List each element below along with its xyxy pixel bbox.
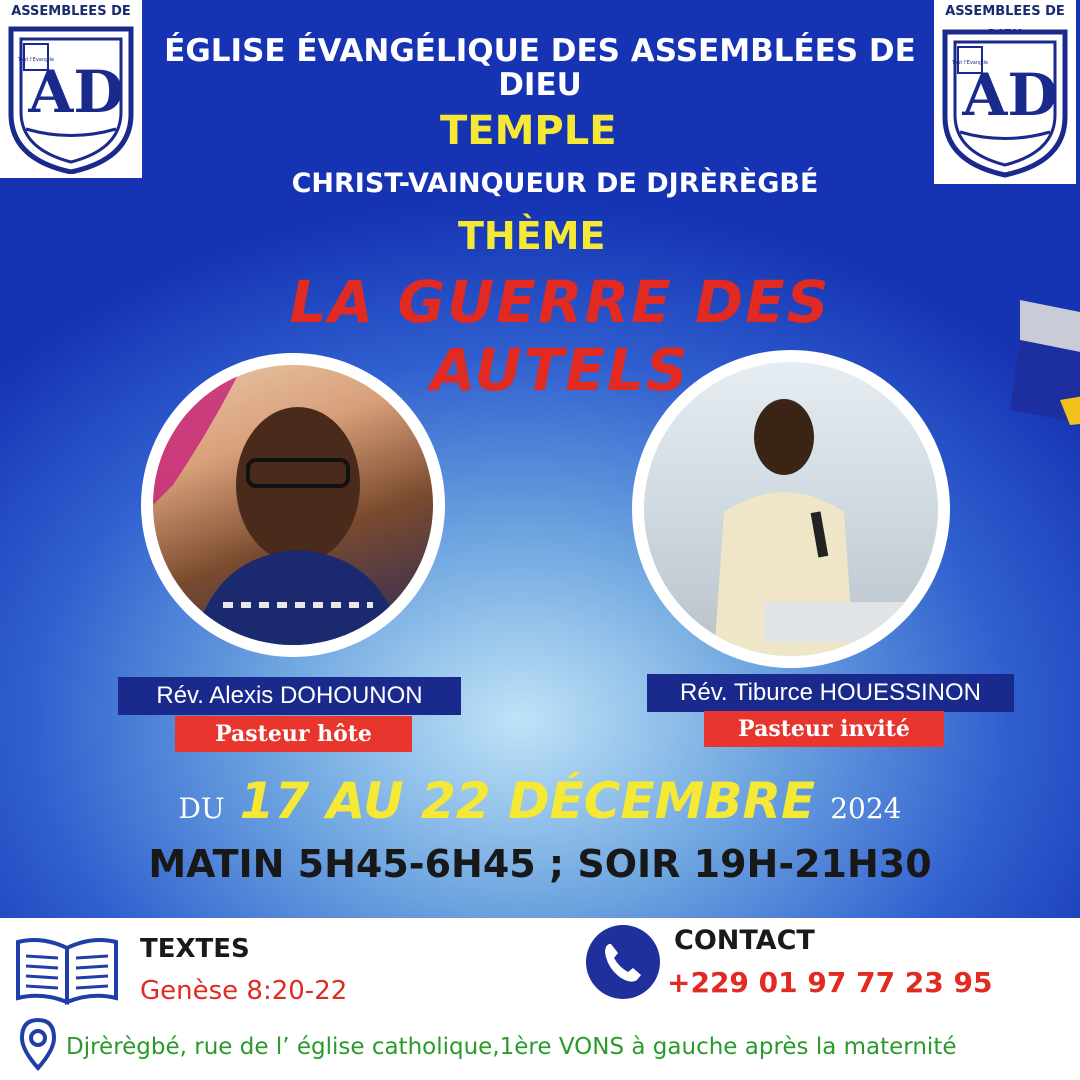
speaker-role-guest: Pasteur invité <box>704 711 944 747</box>
phone-icon <box>586 925 660 999</box>
speaker-photo-host <box>141 353 445 657</box>
temple-name: CHRIST-VAINQUEUR DE DJRÈRÈGBÉ <box>291 168 819 199</box>
texts-reference: Genèse 8:20-22 <box>140 976 348 1006</box>
event-dates: DU 17 AU 22 DÉCEMBRE 2024 <box>0 772 1080 830</box>
logo-motto-left: Tout l'Evangile <box>17 57 54 63</box>
speaker-role-host: Pasteur hôte <box>175 716 412 752</box>
logo-motto-right: Tout l'Evangile <box>951 60 988 66</box>
logo-band-text: ASSEMBLEES DE DIEU <box>11 4 131 43</box>
location-pin-icon <box>19 1017 57 1072</box>
speaker-name-guest: Rév. Tiburce HOUESSINON <box>647 674 1014 712</box>
church-logo-right: ASSEMBLEES DE DIEU AD Tout l'Evangile <box>934 0 1076 184</box>
contact-phone[interactable]: +229 01 97 77 23 95 <box>667 966 992 999</box>
ad-emblem-right: AD Tout l'Evangile <box>942 29 1068 178</box>
church-logo-left: ASSEMBLEES DE DIEU AD Tout l'Evangile <box>0 0 142 178</box>
dates-range: 17 AU 22 DÉCEMBRE <box>239 772 816 830</box>
texts-label: TEXTES <box>140 934 250 964</box>
speaker-name-host: Rév. Alexis DOHOUNON <box>118 677 461 715</box>
speaker-photo-guest <box>632 350 950 668</box>
address-text: Djrèrègbé, rue de l’ église catholique,1… <box>66 1034 957 1060</box>
dates-prefix: DU <box>178 792 225 825</box>
decorative-shape <box>1010 300 1080 425</box>
temple-label: TEMPLE <box>440 108 617 154</box>
logo-band-text-right: ASSEMBLEES DE DIEU <box>945 4 1065 43</box>
book-icon <box>16 938 118 1005</box>
contact-label: CONTACT <box>674 925 815 956</box>
event-hours: MATIN 5H45-6H45 ; SOIR 19H-21H30 <box>148 842 932 886</box>
theme-label: THÈME <box>458 214 606 258</box>
ad-emblem-left: AD Tout l'Evangile <box>8 26 134 174</box>
church-name: ÉGLISE ÉVANGÉLIQUE DES ASSEMBLÉES DE DIE… <box>164 33 916 103</box>
dates-year: 2024 <box>830 792 902 825</box>
